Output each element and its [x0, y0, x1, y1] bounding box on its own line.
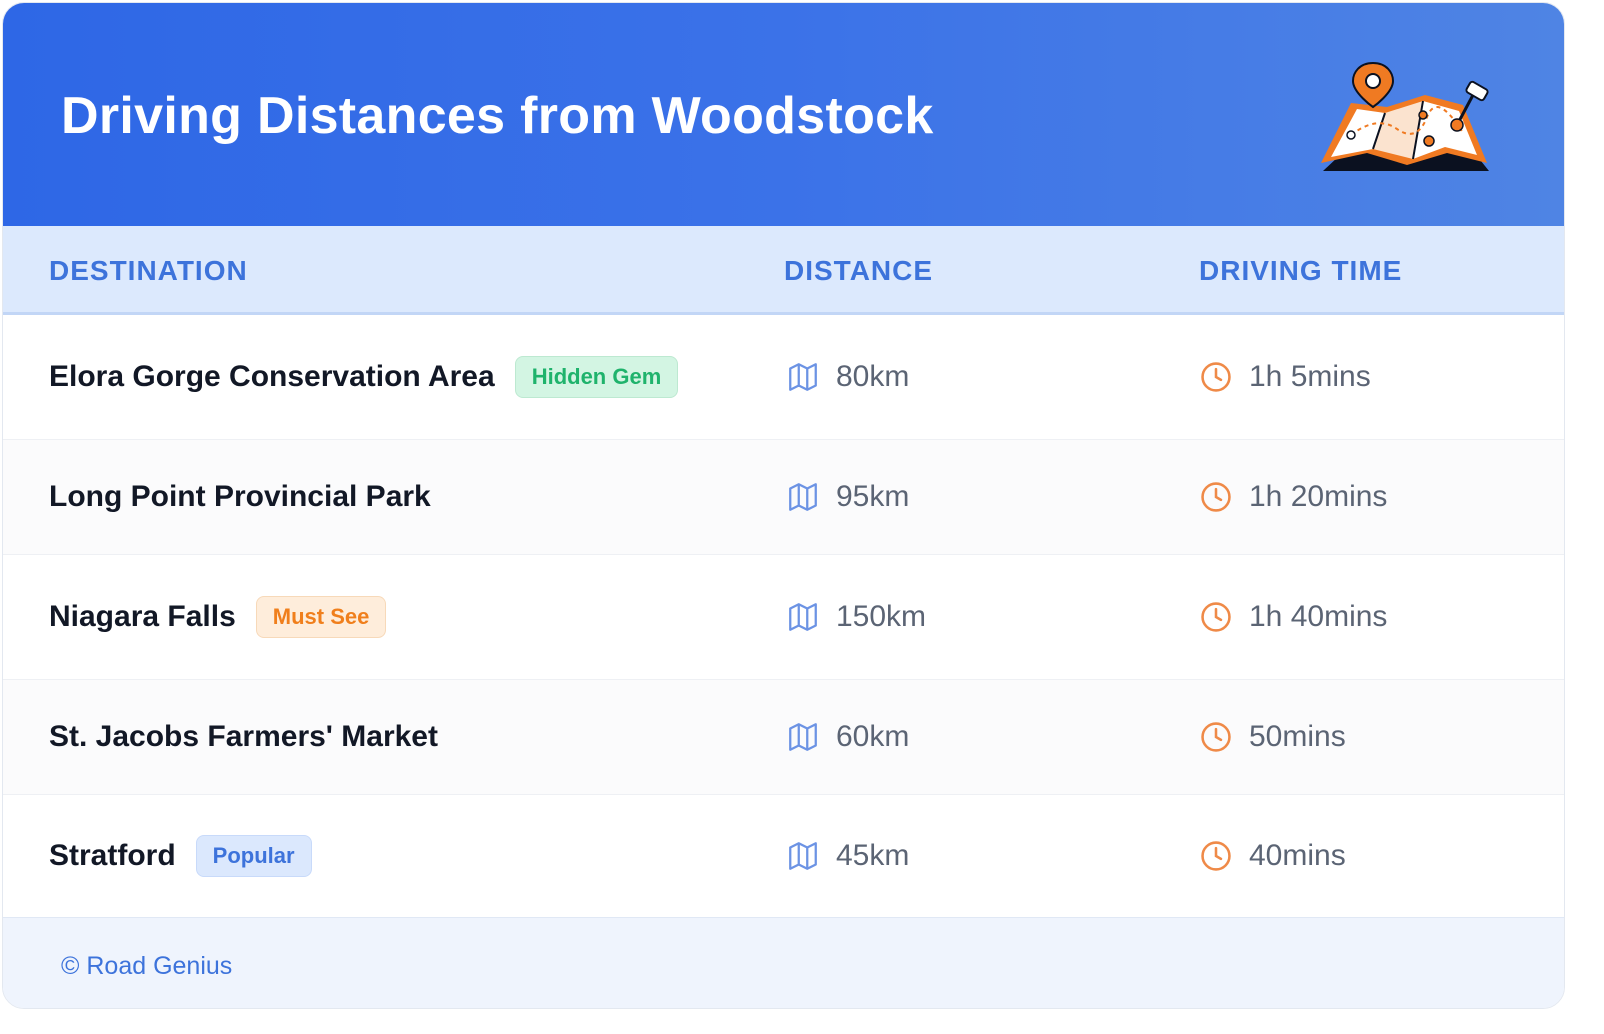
driving-time-cell: 50mins: [1199, 719, 1346, 755]
driving-time-cell: 1h 40mins: [1199, 599, 1387, 635]
hidden-gem-badge: Hidden Gem: [514, 356, 679, 398]
destination-name: St. Jacobs Farmers' Market: [49, 720, 438, 753]
map-icon: [789, 723, 817, 751]
table-row: Stratford Popular 45km 40mins: [3, 795, 1564, 917]
footer: © Road Genius: [3, 917, 1564, 1008]
distance-value: 150km: [836, 600, 927, 633]
driving-time-value: 1h 5mins: [1249, 360, 1371, 393]
folded-map-icon: [1321, 61, 1489, 171]
distance-cell: 80km: [786, 359, 909, 395]
distance-value: 80km: [836, 360, 910, 393]
driving-time-value: 1h 40mins: [1249, 600, 1388, 633]
distance-cell: 150km: [786, 599, 926, 635]
driving-time-cell: 1h 20mins: [1199, 479, 1387, 515]
destination-cell: Long Point Provincial Park: [49, 479, 431, 515]
distance-cell: 45km: [786, 838, 909, 874]
destination-cell: Niagara Falls Must See: [49, 596, 387, 638]
destination-cell: Elora Gorge Conservation Area Hidden Gem: [49, 356, 679, 398]
popular-badge: Popular: [195, 835, 312, 877]
driving-time-value: 40mins: [1249, 839, 1346, 872]
column-header-distance: DISTANCE: [784, 255, 934, 286]
driving-time-value: 1h 20mins: [1249, 480, 1388, 513]
column-header-destination: DESTINATION: [49, 255, 248, 286]
distances-card: Driving Distances from Woodstock DESTINA…: [2, 2, 1565, 1009]
distance-cell: 95km: [786, 479, 909, 515]
destination-name: Niagara Falls: [49, 600, 236, 633]
distance-value: 60km: [836, 720, 910, 753]
driving-time-cell: 40mins: [1199, 838, 1346, 874]
driving-time-cell: 1h 5mins: [1199, 359, 1371, 395]
destination-name: Long Point Provincial Park: [49, 480, 431, 513]
clock-icon: [1201, 602, 1231, 632]
table-row: Elora Gorge Conservation Area Hidden Gem…: [3, 315, 1564, 440]
clock-icon: [1201, 482, 1231, 512]
clock-icon: [1201, 841, 1231, 871]
destination-name: Elora Gorge Conservation Area: [49, 360, 495, 393]
destination-cell: St. Jacobs Farmers' Market: [49, 719, 438, 755]
map-icon: [789, 603, 817, 631]
table-row: Long Point Provincial Park 95km 1h 20min…: [3, 440, 1564, 555]
must-see-badge: Must See: [255, 596, 387, 638]
table-row: Niagara Falls Must See 150km 1h 40mins: [3, 555, 1564, 680]
map-icon: [789, 363, 817, 391]
column-header-driving-time: DRIVING TIME: [1199, 255, 1403, 286]
table-row: St. Jacobs Farmers' Market 60km 50mins: [3, 680, 1564, 795]
driving-time-value: 50mins: [1249, 720, 1346, 753]
header-banner: Driving Distances from Woodstock: [3, 3, 1564, 226]
clock-icon: [1201, 722, 1231, 752]
destination-cell: Stratford Popular: [49, 835, 312, 877]
page-title: Driving Distances from Woodstock: [61, 87, 934, 145]
distance-value: 95km: [836, 480, 910, 513]
map-icon: [789, 842, 817, 870]
clock-icon: [1201, 362, 1231, 392]
map-icon: [789, 483, 817, 511]
distance-value: 45km: [836, 839, 910, 872]
distance-cell: 60km: [786, 719, 909, 755]
table-header: DESTINATION DISTANCE DRIVING TIME: [3, 226, 1564, 315]
destination-name: Stratford: [49, 839, 176, 872]
copyright-link[interactable]: © Road Genius: [61, 951, 232, 981]
